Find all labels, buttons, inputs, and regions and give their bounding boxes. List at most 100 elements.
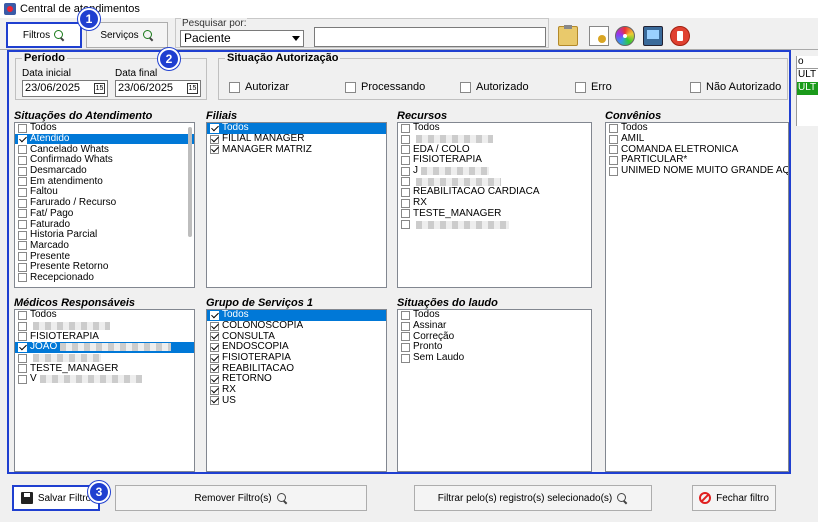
start-date-input[interactable]: 23/06/2025 15 — [22, 80, 108, 97]
fechar-filtro-button[interactable]: Fechar filtro — [692, 485, 776, 511]
document-icon[interactable] — [589, 26, 609, 46]
checkbox-icon[interactable] — [18, 209, 27, 219]
list-item[interactable]: Assinar — [398, 321, 591, 332]
list-item[interactable]: RX — [207, 385, 386, 396]
checkbox-icon[interactable] — [401, 134, 410, 144]
checkbox-icon[interactable] — [18, 134, 27, 144]
checkbox-icon[interactable] — [18, 145, 27, 155]
list-item[interactable]: FISIOTERAPIA — [207, 353, 386, 364]
remover-filtro-button[interactable]: Remover Filtro(s) — [115, 485, 367, 511]
checkbox-icon[interactable] — [401, 123, 410, 133]
checkbox-icon[interactable] — [18, 364, 27, 374]
clipboard-icon[interactable] — [558, 25, 578, 46]
salvar-filtro-button[interactable]: Salvar Filtro — [12, 485, 100, 511]
auth-option-erro[interactable]: Erro — [575, 81, 612, 93]
checkbox-icon[interactable] — [210, 321, 219, 331]
filtrar-selecionados-button[interactable]: Filtrar pelo(s) registro(s) selecionado(… — [414, 485, 652, 511]
checkbox-icon[interactable] — [401, 145, 410, 155]
list-item[interactable]: Todos — [398, 123, 591, 134]
auth-option-processando[interactable]: Processando — [345, 81, 425, 93]
checkbox-icon[interactable] — [609, 134, 618, 144]
checkbox-icon[interactable] — [401, 342, 410, 352]
checkbox-icon[interactable] — [401, 321, 410, 331]
auth-option-nao-autorizado[interactable]: Não Autorizado — [690, 81, 781, 93]
search-input[interactable] — [314, 27, 546, 47]
checkbox-icon[interactable] — [210, 396, 219, 406]
checkbox-icon[interactable] — [210, 134, 219, 144]
auth-option-autorizado[interactable]: Autorizado — [460, 81, 529, 93]
checkbox-icon[interactable] — [18, 321, 27, 331]
calendar-icon[interactable]: 15 — [94, 83, 105, 94]
checkbox-icon[interactable] — [18, 252, 27, 262]
checkbox-icon[interactable] — [401, 166, 410, 176]
checkbox-icon[interactable] — [401, 209, 410, 219]
checkbox-icon[interactable] — [18, 187, 27, 197]
list-item[interactable]: Recepcionado — [15, 272, 194, 284]
list-item[interactable]: Desmarcado — [15, 166, 194, 177]
checkbox-icon[interactable] — [210, 342, 219, 352]
list-item[interactable]: Sem Laudo — [398, 353, 591, 364]
list-item[interactable]: JOAO — [15, 342, 194, 353]
checkbox-icon[interactable] — [18, 220, 27, 230]
list-item[interactable] — [15, 321, 194, 332]
list-item[interactable]: AMIL — [606, 134, 788, 145]
checkbox-icon[interactable] — [18, 310, 27, 320]
list-item[interactable]: RX — [398, 198, 591, 209]
scrollbar-thumb[interactable] — [188, 127, 192, 237]
list-item[interactable]: MANAGER MATRIZ — [207, 144, 386, 155]
list-item[interactable] — [15, 353, 194, 364]
checkbox-icon[interactable] — [401, 310, 410, 320]
checkbox-icon[interactable] — [609, 123, 618, 133]
list-item[interactable]: UNIMED NOME MUITO GRANDE AQUI NA — [606, 166, 788, 177]
checkbox-icon[interactable] — [210, 332, 219, 342]
filiais-list[interactable]: Todos FILIAL MANAGER MANAGER MATRIZ — [206, 122, 387, 288]
checkbox-icon[interactable] — [401, 353, 410, 363]
checkbox-icon[interactable] — [18, 262, 27, 272]
list-item[interactable]: TESTE_MANAGER — [398, 208, 591, 220]
search-type-select[interactable]: Paciente — [180, 30, 304, 47]
checkbox-icon[interactable] — [18, 342, 27, 352]
checkbox-icon[interactable] — [401, 198, 410, 208]
recursos-list[interactable]: Todos EDA / COLO FISIOTERAPIA J REABILITACAO… — [397, 122, 592, 288]
checkbox-icon[interactable] — [210, 145, 219, 155]
checkbox-icon[interactable] — [401, 332, 410, 342]
checkbox-icon[interactable] — [18, 273, 27, 283]
list-item[interactable]: Atendido — [15, 134, 194, 145]
filtros-button[interactable]: Filtros — [6, 22, 82, 48]
checkbox-icon[interactable] — [609, 166, 618, 176]
list-item[interactable] — [398, 219, 591, 230]
list-item[interactable]: Fat/ Pago — [15, 208, 194, 220]
checkbox-icon[interactable] — [18, 123, 27, 133]
grupo-servicos-list[interactable]: Todos COLONOSCOPIA CONSULTA ENDOSCOPIA FISIO… — [206, 309, 387, 472]
checkbox-icon[interactable] — [18, 353, 27, 363]
list-item[interactable]: Historia Parcial — [15, 230, 194, 241]
end-date-input[interactable]: 23/06/2025 15 — [115, 80, 201, 97]
checkbox-icon[interactable] — [18, 241, 27, 251]
windows-icon[interactable] — [643, 26, 663, 46]
list-item[interactable]: TESTE_MANAGER — [15, 363, 194, 374]
checkbox-icon[interactable] — [210, 310, 219, 320]
checkbox-icon[interactable] — [210, 374, 219, 384]
checkbox-icon[interactable] — [401, 155, 410, 165]
list-item[interactable]: US — [207, 395, 386, 407]
checkbox-icon[interactable] — [210, 123, 219, 133]
calendar-icon[interactable]: 15 — [187, 83, 198, 94]
checkbox-icon[interactable] — [18, 177, 27, 187]
servicos-button[interactable]: Serviços — [86, 22, 168, 48]
checkbox-icon[interactable] — [210, 385, 219, 395]
list-item[interactable]: Todos — [15, 310, 194, 321]
checkbox-icon[interactable] — [210, 364, 219, 374]
list-item[interactable]: COLONOSCOPIA — [207, 321, 386, 332]
convenios-list[interactable]: Todos AMIL COMANDA ELETRONICA PARTICULAR* UN… — [605, 122, 789, 472]
checkbox-icon[interactable] — [18, 374, 27, 384]
list-item[interactable]: J — [398, 166, 591, 177]
checkbox-icon[interactable] — [18, 166, 27, 176]
checkbox-icon[interactable] — [401, 187, 410, 197]
checkbox-icon[interactable] — [210, 353, 219, 363]
list-item[interactable]: Farurado / Recurso — [15, 198, 194, 209]
checkbox-icon[interactable] — [401, 220, 410, 230]
list-item[interactable]: FILIAL MANAGER — [207, 134, 386, 145]
situacoes-laudo-list[interactable]: Todos Assinar Correção Pronto Sem Laudo — [397, 309, 592, 472]
auth-option-autorizar[interactable]: Autorizar — [229, 81, 289, 93]
checkbox-icon[interactable] — [18, 155, 27, 165]
